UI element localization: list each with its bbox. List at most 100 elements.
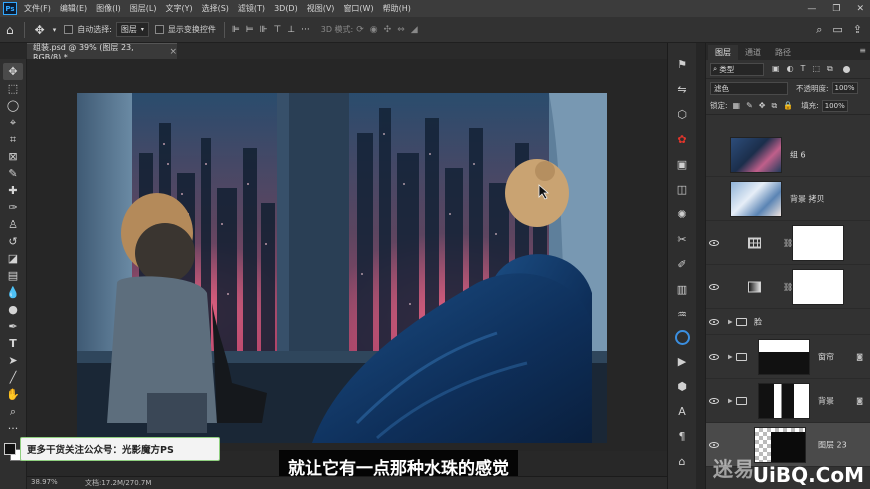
layer-row[interactable]: 组 6 <box>706 133 870 177</box>
show-transform-checkbox[interactable] <box>154 25 164 34</box>
menu-view[interactable]: 视图(V) <box>307 3 335 14</box>
lasso-tool-icon[interactable]: ◯ <box>3 97 23 114</box>
chevron-down-icon[interactable]: ▾ <box>53 26 57 34</box>
shape-tool-icon[interactable]: ╱ <box>3 369 23 386</box>
frame-tool-icon[interactable]: ⊠ <box>3 148 23 165</box>
play-action-icon[interactable]: ▶ <box>673 352 691 370</box>
menu-file[interactable]: 文件(F) <box>24 3 51 14</box>
layer-group-row[interactable]: ▶ 窗帘 ◙ <box>706 335 870 379</box>
eye-icon[interactable] <box>709 239 719 246</box>
healing-brush-icon[interactable]: ✚ <box>3 182 23 199</box>
layer-row[interactable]: ⛓ <box>706 221 870 265</box>
timeline-icon[interactable]: ⌂ <box>673 452 691 470</box>
move-tool-icon[interactable]: ✥ <box>3 63 23 80</box>
path-select-tool-icon[interactable]: ➤ <box>3 352 23 369</box>
fill-field[interactable]: 100% <box>821 99 848 112</box>
histogram-icon[interactable]: ♒ <box>673 305 691 323</box>
layer-group-row[interactable]: ▶ 脸 <box>706 309 870 335</box>
marquee-tool-icon[interactable]: ⬚ <box>3 80 23 97</box>
scale-3d-icon[interactable]: ◢ <box>411 25 418 35</box>
blur-tool-icon[interactable]: 💧 <box>3 284 23 301</box>
menu-image[interactable]: 图像(I) <box>96 3 121 14</box>
3d-cube-icon[interactable]: ⬡ <box>673 105 691 123</box>
color-wheel-icon[interactable] <box>674 330 690 345</box>
filter-kind-dropdown[interactable]: ⌕ 类型 <box>710 62 764 76</box>
eyedropper-tool-icon[interactable]: ✎ <box>3 165 23 182</box>
filter-smart-icon[interactable]: ⧉ <box>827 64 833 74</box>
more-tools-icon[interactable]: ··· <box>3 420 23 437</box>
orbit-3d-icon[interactable]: ⟳ <box>356 25 364 35</box>
tab-channels[interactable]: 通道 <box>738 45 768 60</box>
navigator-icon[interactable]: ✺ <box>673 205 691 223</box>
roll-3d-icon[interactable]: ◉ <box>370 25 378 35</box>
eye-icon[interactable] <box>709 397 719 404</box>
menu-type[interactable]: 文字(Y) <box>165 3 192 14</box>
auto-select-checkbox[interactable] <box>64 25 74 34</box>
swatches-icon[interactable]: ▣ <box>673 155 691 173</box>
properties-icon[interactable]: ⚑ <box>673 55 691 73</box>
chevron-right-icon[interactable]: ▶ <box>728 318 733 325</box>
home-icon[interactable]: ⌂ <box>6 23 14 37</box>
crop-tool-icon[interactable]: ⌗ <box>3 131 23 148</box>
adjustments-icon[interactable]: ⇋ <box>673 80 691 98</box>
menu-window[interactable]: 窗口(W) <box>343 3 373 14</box>
align-center-icon[interactable]: ⊨ <box>246 25 254 35</box>
lock-artboard-icon[interactable]: ⧉ <box>772 101 778 111</box>
align-right-icon[interactable]: ⊪ <box>260 25 268 35</box>
align-top-icon[interactable]: ⊤ <box>273 25 281 35</box>
brush-settings-icon[interactable]: ✐ <box>673 255 691 273</box>
more-options-icon[interactable]: ··· <box>301 25 310 35</box>
pan-3d-icon[interactable]: ✣ <box>384 25 392 35</box>
lock-position-icon[interactable]: ✥ <box>759 101 766 111</box>
canvas-area[interactable] <box>27 59 667 451</box>
styles-icon[interactable]: ⬢ <box>673 377 691 395</box>
character-icon[interactable]: ▥ <box>673 280 691 298</box>
dodge-tool-icon[interactable]: ● <box>3 301 23 318</box>
lock-pixels-icon[interactable]: ✎ <box>746 101 753 111</box>
filter-type-icon[interactable]: T <box>801 64 806 74</box>
minimize-button[interactable]: — <box>807 4 816 14</box>
menu-select[interactable]: 选择(S) <box>202 3 229 14</box>
gradient-tool-icon[interactable]: ▤ <box>3 267 23 284</box>
lock-transparency-icon[interactable]: ▦ <box>733 101 741 111</box>
pen-tool-icon[interactable]: ✒ <box>3 318 23 335</box>
mask-link-icon[interactable]: ◙ <box>856 353 863 361</box>
history-brush-icon[interactable]: ↺ <box>3 233 23 250</box>
close-tab-icon[interactable]: × <box>169 47 177 57</box>
chevron-right-icon[interactable]: ▶ <box>728 397 733 404</box>
close-button[interactable]: ✕ <box>856 4 864 14</box>
auto-select-dropdown[interactable]: 图层 ▾ <box>115 22 149 37</box>
eraser-tool-icon[interactable]: ◪ <box>3 250 23 267</box>
paragraph-icon[interactable]: ¶ <box>673 427 691 445</box>
tab-layers[interactable]: 图层 <box>708 45 738 60</box>
tab-paths[interactable]: 路径 <box>768 45 798 60</box>
menu-3d[interactable]: 3D(D) <box>274 4 298 13</box>
menu-edit[interactable]: 编辑(E) <box>60 3 87 14</box>
filter-toggle[interactable] <box>842 65 850 73</box>
filter-pixel-icon[interactable]: ▣ <box>772 64 780 74</box>
filter-shape-icon[interactable]: ⬚ <box>812 64 820 74</box>
layer-row[interactable]: ⛓ <box>706 265 870 309</box>
menu-help[interactable]: 帮助(H) <box>383 3 411 14</box>
glyphs-icon[interactable]: A <box>673 402 691 420</box>
document-canvas-image[interactable] <box>77 93 607 443</box>
search-icon[interactable]: ⌕ <box>816 23 822 37</box>
eye-icon[interactable] <box>709 441 719 448</box>
move-tool-icon[interactable]: ✥ <box>35 23 45 37</box>
layer-row[interactable]: 背景 拷贝 <box>706 177 870 221</box>
layer-group-row[interactable]: ▶ 背景 ◙ <box>706 379 870 423</box>
eye-icon[interactable] <box>709 283 719 290</box>
mask-link-icon[interactable]: ◙ <box>856 397 863 405</box>
share-icon[interactable]: ⇪ <box>853 23 862 37</box>
foreground-color-swatch[interactable] <box>4 443 16 455</box>
tools-presets-icon[interactable]: ✂ <box>673 230 691 248</box>
maximize-button[interactable]: ❐ <box>832 4 840 14</box>
brush-tool-icon[interactable]: ✑ <box>3 199 23 216</box>
filter-adjust-icon[interactable]: ◐ <box>787 64 794 74</box>
align-left-icon[interactable]: ⊫ <box>232 25 240 35</box>
history-icon[interactable]: ◫ <box>673 180 691 198</box>
lock-all-icon[interactable]: 🔒 <box>783 101 793 111</box>
zoom-tool-icon[interactable]: ⌕ <box>3 403 23 420</box>
hand-tool-icon[interactable]: ✋ <box>3 386 23 403</box>
quick-select-tool-icon[interactable]: ⌖ <box>3 114 23 131</box>
